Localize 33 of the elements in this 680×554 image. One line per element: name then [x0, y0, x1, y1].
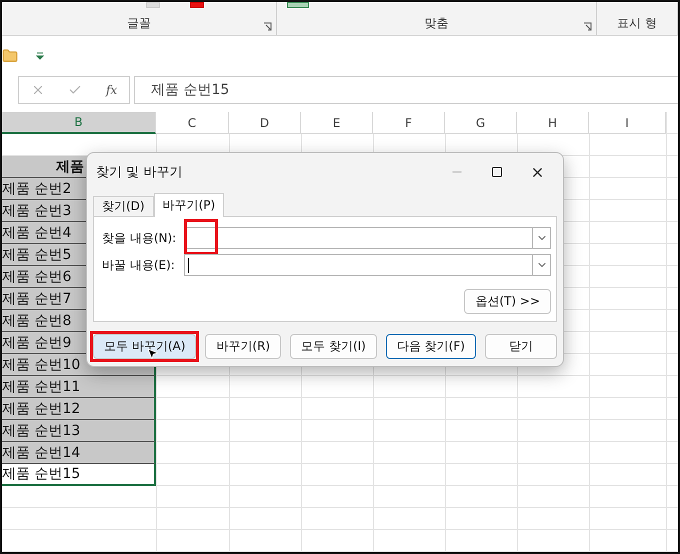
- ribbon-group-label: 맞춤: [424, 14, 448, 32]
- column-header[interactable]: G: [445, 112, 517, 134]
- table-cell: 제품 순번14: [2, 442, 156, 464]
- column-header[interactable]: I: [589, 112, 666, 134]
- options-button[interactable]: 옵션(T) >>: [464, 289, 551, 314]
- dialog-button[interactable]: 모두 찾기(I): [290, 334, 377, 359]
- ribbon-group-label: 표시 형: [617, 14, 657, 32]
- column-header[interactable]: F: [373, 112, 445, 134]
- column-header[interactable]: D: [229, 112, 301, 134]
- table-cell: 제품 순번13: [2, 420, 156, 442]
- color-swatch-icon[interactable]: [190, 2, 204, 8]
- formula-input[interactable]: 제품 순번15: [134, 76, 678, 104]
- dialog-button[interactable]: 모두 바꾸기(A): [93, 334, 196, 359]
- input-field[interactable]: [184, 254, 551, 276]
- insert-function-button[interactable]: fx: [106, 83, 118, 97]
- dialog-button[interactable]: 다음 찾기(F): [386, 334, 476, 359]
- table-cell: 제품 순번12: [2, 398, 156, 420]
- dialog-tab[interactable]: 바꾸기(P): [154, 193, 224, 217]
- dropdown-icon[interactable]: [36, 52, 44, 60]
- dialog-button[interactable]: 바꾸기(R): [205, 334, 282, 359]
- column-header[interactable]: B: [2, 112, 156, 134]
- dialog-launcher-icon[interactable]: [263, 22, 272, 31]
- folder-icon[interactable]: [2, 48, 18, 64]
- table-cell: 제품 순번15: [2, 464, 156, 486]
- fill-swatch-icon[interactable]: [146, 2, 160, 8]
- column-header[interactable]: C: [156, 112, 229, 134]
- dialog-tab[interactable]: 찾기(D): [93, 196, 154, 217]
- column-header[interactable]: H: [517, 112, 589, 134]
- table-cell: 제품 순번11: [2, 376, 156, 398]
- dialog-button[interactable]: 닫기: [484, 334, 557, 359]
- ribbon-group-label: 글꼴: [127, 14, 151, 32]
- column-header[interactable]: E: [301, 112, 373, 134]
- dialog-launcher-icon[interactable]: [583, 22, 592, 31]
